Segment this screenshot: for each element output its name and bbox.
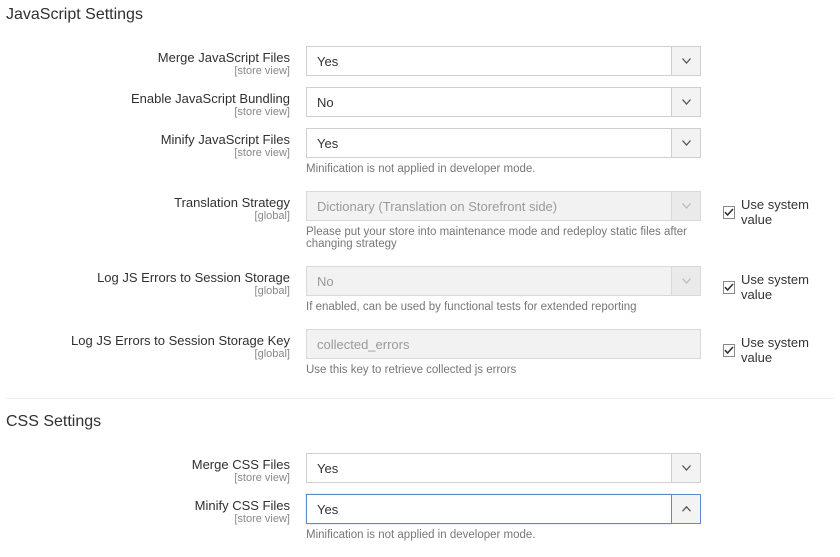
use-system-checkbox[interactable] bbox=[723, 206, 735, 219]
chevron-down-icon bbox=[682, 140, 691, 146]
chevron-down-icon bbox=[682, 465, 691, 471]
enable-bundling-select[interactable]: No bbox=[306, 87, 701, 117]
chevron-down-icon bbox=[682, 278, 691, 284]
field-scope: [store view] bbox=[6, 65, 290, 77]
translation-strategy-select: Dictionary (Translation on Storefront si… bbox=[306, 191, 701, 221]
use-system-col: Use system value bbox=[701, 191, 834, 227]
checkmark-icon bbox=[724, 283, 734, 292]
use-system-col: Use system value bbox=[701, 266, 834, 302]
select-value: Yes bbox=[306, 128, 671, 158]
merge-js-select[interactable]: Yes bbox=[306, 46, 701, 76]
select-value: Yes bbox=[306, 453, 671, 483]
field-note: Minification is not applied in developer… bbox=[306, 163, 701, 175]
field-note: Please put your store into maintenance m… bbox=[306, 226, 701, 250]
chevron-down-icon bbox=[682, 203, 691, 209]
chevron-down-icon bbox=[682, 99, 691, 105]
field-label: Merge CSS Files bbox=[192, 457, 290, 472]
css-settings-section: CSS Settings Merge CSS Files [store view… bbox=[6, 413, 834, 541]
select-toggle-button[interactable] bbox=[671, 46, 701, 76]
section-title-css: CSS Settings bbox=[6, 413, 834, 431]
control-col: No bbox=[306, 87, 701, 117]
minify-css-select[interactable]: Yes bbox=[306, 494, 701, 524]
field-scope: [global] bbox=[6, 285, 290, 297]
log-js-errors-key-input: collected_errors bbox=[306, 329, 701, 359]
use-system-label: Use system value bbox=[741, 197, 834, 227]
field-log-js-errors: Log JS Errors to Session Storage [global… bbox=[6, 266, 834, 313]
control-col: Dictionary (Translation on Storefront si… bbox=[306, 191, 701, 250]
field-merge-css: Merge CSS Files [store view] Yes bbox=[6, 453, 834, 484]
select-toggle-button[interactable] bbox=[671, 494, 701, 524]
label-col: Log JS Errors to Session Storage Key [gl… bbox=[6, 329, 306, 360]
select-value: No bbox=[306, 87, 671, 117]
select-toggle-button[interactable] bbox=[671, 128, 701, 158]
field-enable-bundling: Enable JavaScript Bundling [store view] … bbox=[6, 87, 834, 118]
select-value: No bbox=[306, 266, 671, 296]
label-col: Merge CSS Files [store view] bbox=[6, 453, 306, 484]
label-col: Minify JavaScript Files [store view] bbox=[6, 128, 306, 159]
chevron-up-icon bbox=[682, 506, 691, 512]
log-js-errors-select: No bbox=[306, 266, 701, 296]
select-toggle-button bbox=[671, 266, 701, 296]
field-scope: [global] bbox=[6, 348, 290, 360]
field-label: Translation Strategy bbox=[174, 195, 290, 210]
section-divider bbox=[6, 398, 834, 399]
label-col: Translation Strategy [global] bbox=[6, 191, 306, 222]
control-col: Yes bbox=[306, 453, 701, 483]
field-label: Log JS Errors to Session Storage bbox=[97, 270, 290, 285]
checkmark-icon bbox=[724, 208, 734, 217]
control-col: No If enabled, can be used by functional… bbox=[306, 266, 701, 313]
label-col: Log JS Errors to Session Storage [global… bbox=[6, 266, 306, 297]
field-scope: [store view] bbox=[6, 147, 290, 159]
input-value: collected_errors bbox=[306, 329, 701, 359]
label-col: Enable JavaScript Bundling [store view] bbox=[6, 87, 306, 118]
field-translation-strategy: Translation Strategy [global] Dictionary… bbox=[6, 191, 834, 250]
checkmark-icon bbox=[724, 346, 734, 355]
label-col: Minify CSS Files [store view] bbox=[6, 494, 306, 525]
select-value: Yes bbox=[306, 46, 671, 76]
select-value: Yes bbox=[306, 494, 671, 524]
field-label: Enable JavaScript Bundling bbox=[131, 91, 290, 106]
use-system-checkbox[interactable] bbox=[723, 281, 735, 294]
select-value: Dictionary (Translation on Storefront si… bbox=[306, 191, 671, 221]
use-system-checkbox[interactable] bbox=[723, 344, 735, 357]
field-merge-js: Merge JavaScript Files [store view] Yes bbox=[6, 46, 834, 77]
merge-css-select[interactable]: Yes bbox=[306, 453, 701, 483]
label-col: Merge JavaScript Files [store view] bbox=[6, 46, 306, 77]
field-minify-css: Minify CSS Files [store view] Yes Minifi… bbox=[6, 494, 834, 541]
use-system-label: Use system value bbox=[741, 272, 834, 302]
control-col: Yes bbox=[306, 46, 701, 76]
select-toggle-button bbox=[671, 191, 701, 221]
field-label: Log JS Errors to Session Storage Key bbox=[71, 333, 290, 348]
field-note: Use this key to retrieve collected js er… bbox=[306, 364, 701, 376]
select-toggle-button[interactable] bbox=[671, 87, 701, 117]
field-scope: [store view] bbox=[6, 106, 290, 118]
field-label: Minify JavaScript Files bbox=[161, 132, 290, 147]
chevron-down-icon bbox=[682, 58, 691, 64]
field-scope: [store view] bbox=[6, 472, 290, 484]
use-system-label: Use system value bbox=[741, 335, 834, 365]
field-log-js-errors-key: Log JS Errors to Session Storage Key [gl… bbox=[6, 329, 834, 376]
minify-js-select[interactable]: Yes bbox=[306, 128, 701, 158]
field-note: If enabled, can be used by functional te… bbox=[306, 301, 701, 313]
control-col: Yes Minification is not applied in devel… bbox=[306, 128, 701, 175]
field-scope: [store view] bbox=[6, 513, 290, 525]
javascript-settings-section: JavaScript Settings Merge JavaScript Fil… bbox=[6, 6, 834, 376]
control-col: Yes Minification is not applied in devel… bbox=[306, 494, 701, 541]
field-minify-js: Minify JavaScript Files [store view] Yes… bbox=[6, 128, 834, 175]
select-toggle-button[interactable] bbox=[671, 453, 701, 483]
control-col: collected_errors Use this key to retriev… bbox=[306, 329, 701, 376]
field-label: Merge JavaScript Files bbox=[158, 50, 290, 65]
use-system-col: Use system value bbox=[701, 329, 834, 365]
section-title-js: JavaScript Settings bbox=[6, 6, 834, 24]
field-scope: [global] bbox=[6, 210, 290, 222]
field-note: Minification is not applied in developer… bbox=[306, 529, 701, 541]
